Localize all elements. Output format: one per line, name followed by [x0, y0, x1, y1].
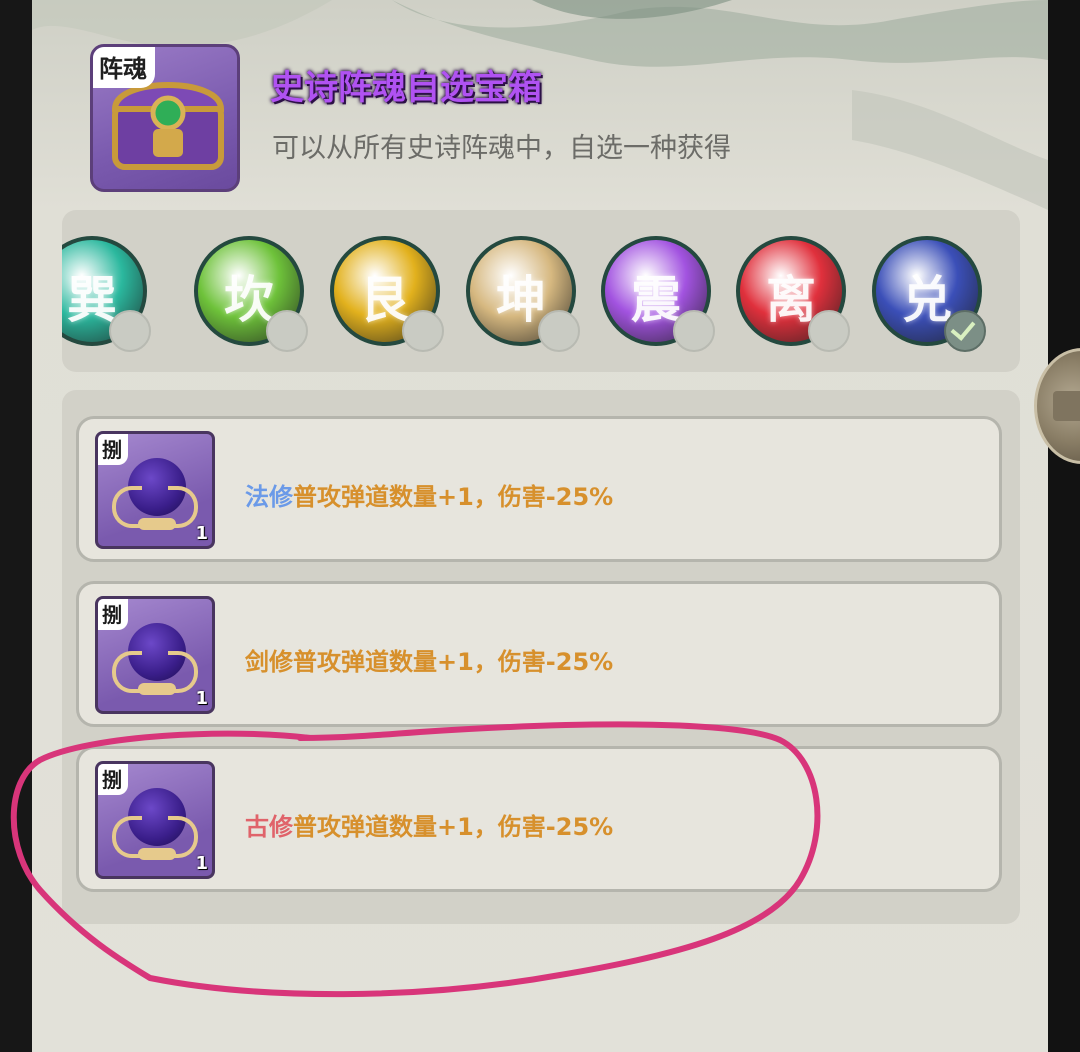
effect-list-item[interactable]: 捌 1 古修普攻弹道数量+1，伤害-25% — [76, 746, 1002, 892]
soul-orb[interactable]: 艮 — [330, 236, 444, 352]
unselected-radio-icon[interactable] — [402, 310, 444, 352]
effect-description: 法修普攻弹道数量+1，伤害-25% — [245, 477, 613, 512]
item-count: 1 — [195, 853, 208, 874]
class-prefix: 法修 — [245, 483, 293, 511]
effect-text: 普攻弹道数量+1，伤害-25% — [293, 813, 614, 841]
unselected-radio-icon[interactable] — [673, 310, 715, 352]
soul-selector-strip: 巽坎艮坤震离兑 — [62, 210, 1020, 372]
class-prefix: 剑修 — [245, 648, 293, 676]
effect-description: 古修普攻弹道数量+1，伤害-25% — [245, 807, 613, 842]
item-count: 1 — [195, 523, 208, 544]
unselected-radio-icon[interactable] — [808, 310, 850, 352]
soul-orb[interactable]: 兑 — [872, 236, 986, 352]
ornament-base — [138, 848, 176, 860]
item-tier-tag: 捌 — [98, 764, 128, 795]
soul-item-icon: 捌1 — [95, 596, 215, 714]
soul-orb[interactable]: 坎 — [194, 236, 308, 352]
effect-text: 普攻弹道数量+1，伤害-25% — [293, 648, 614, 676]
ornament-base — [138, 518, 176, 530]
soul-item-icon: 捌1 — [95, 431, 215, 549]
item-tier-tag: 捌 — [98, 434, 128, 465]
item-tier-tag: 捌 — [98, 599, 128, 630]
soul-orb[interactable]: 震 — [601, 236, 715, 352]
effect-list-item[interactable]: 捌 1 法修普攻弹道数量+1，伤害-25% — [76, 416, 1002, 562]
soul-orb[interactable]: 巽 — [62, 236, 151, 352]
treasure-chest-icon: 阵魂 — [90, 44, 240, 192]
chest-title: 史诗阵魂自选宝箱 — [270, 68, 542, 108]
box-icon — [1053, 391, 1080, 421]
soul-orb[interactable]: 离 — [736, 236, 850, 352]
selected-check-icon[interactable] — [944, 310, 986, 352]
soul-item-icon: 捌1 — [95, 761, 215, 879]
item-count: 1 — [195, 688, 208, 709]
unselected-radio-icon[interactable] — [538, 310, 580, 352]
soul-orb[interactable]: 坤 — [466, 236, 580, 352]
effect-list-item[interactable]: 捌 1 剑修普攻弹道数量+1，伤害-25% — [76, 581, 1002, 727]
unselected-radio-icon[interactable] — [266, 310, 308, 352]
effect-description: 剑修普攻弹道数量+1，伤害-25% — [245, 642, 613, 677]
class-prefix: 古修 — [245, 813, 293, 841]
screen-edge — [1048, 0, 1080, 1052]
ornament-base — [138, 683, 176, 695]
unselected-radio-icon[interactable] — [109, 310, 151, 352]
checkmark-icon — [950, 315, 976, 341]
chest-description: 可以从所有史诗阵魂中，自选一种获得 — [272, 133, 731, 164]
effect-text: 普攻弹道数量+1，伤害-25% — [293, 483, 614, 511]
category-tag: 阵魂 — [93, 47, 155, 88]
